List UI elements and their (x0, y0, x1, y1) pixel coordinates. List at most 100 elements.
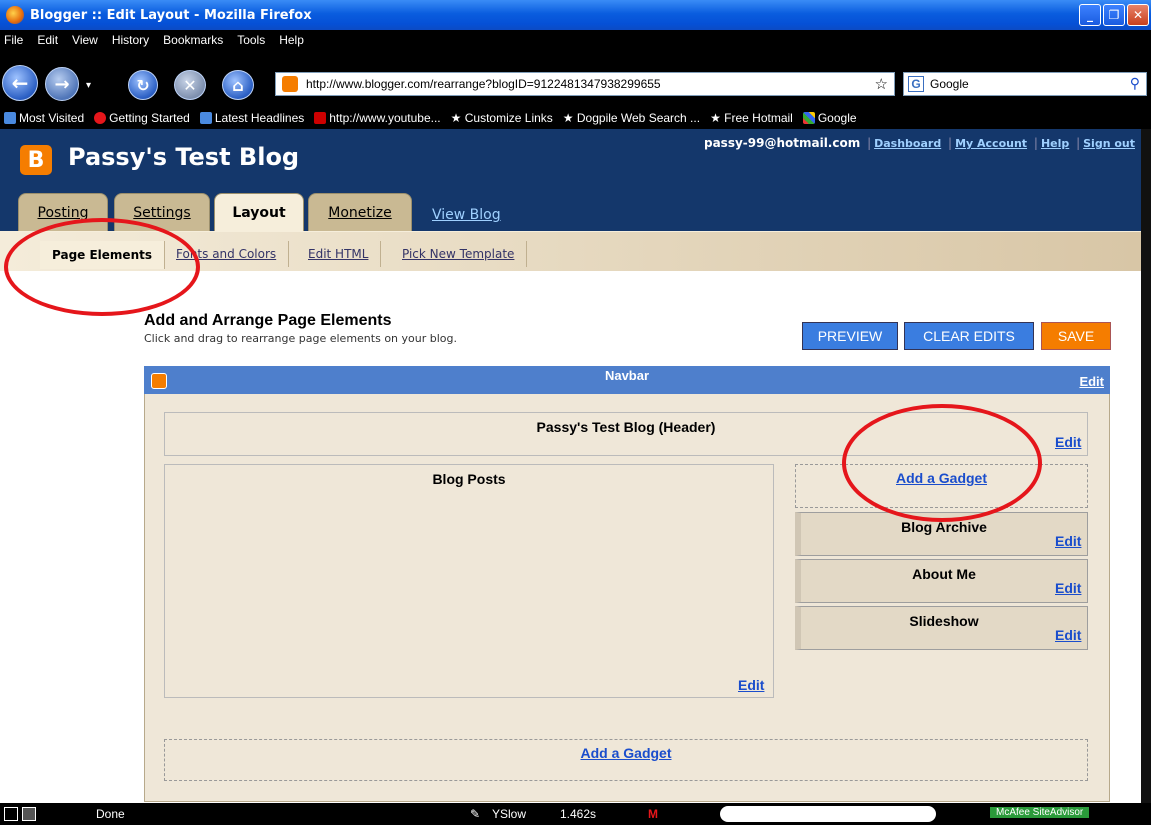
search-engine-label: Google (930, 77, 969, 91)
url-text: http://www.blogger.com/rearrange?blogID=… (306, 77, 661, 91)
bookmark-customize-links[interactable]: ★ Customize Links (451, 111, 553, 125)
bookmark-getting-started[interactable]: Getting Started (94, 111, 190, 125)
save-button[interactable]: SAVE (1041, 322, 1111, 350)
load-time: 1.462s (560, 807, 597, 821)
tab-monetize[interactable]: Monetize (308, 193, 412, 231)
close-icon[interactable]: ✕ (1127, 4, 1149, 26)
bookmark-label: http://www.youtube... (329, 111, 441, 125)
yslow-label[interactable]: YSlow (492, 807, 526, 821)
about-me-title: About Me (912, 566, 976, 582)
youtube-icon (314, 112, 327, 124)
google-icon[interactable]: G (908, 76, 924, 92)
menu-tools[interactable]: Tools (237, 33, 265, 47)
blog-posts-title: Blog Posts (432, 471, 506, 487)
navbar-widget: Navbar Edit (144, 366, 1110, 394)
blog-posts-edit-link[interactable]: Edit (738, 677, 764, 693)
blogger-favicon-icon (282, 76, 298, 92)
star-icon: ★ (562, 111, 577, 125)
menu-edit[interactable]: Edit (37, 33, 58, 47)
bookmark-hotmail[interactable]: ★ Free Hotmail (710, 111, 793, 125)
subnav-edit-html[interactable]: Edit HTML (296, 241, 382, 267)
rss-feed-icon (199, 112, 212, 124)
about-me-widget[interactable]: About Me (795, 559, 1088, 603)
dashboard-link[interactable]: Dashboard (874, 137, 941, 150)
bookmark-label: Free Hotmail (724, 111, 793, 125)
pencil-icon[interactable]: ✎ (470, 807, 480, 821)
account-links: passy-99@hotmail.com | Dashboard | My Acco… (703, 136, 1135, 150)
window-title: Blogger :: Edit Layout - Mozilla Firefox (30, 7, 312, 23)
home-icon[interactable]: ⌂ (222, 70, 254, 100)
firefox-small-icon (94, 112, 107, 124)
clear-edits-button[interactable]: CLEAR EDITS (904, 322, 1034, 350)
reload-icon[interactable]: ↻ (128, 70, 158, 100)
bookmarks-toolbar: Most Visited Getting Started Latest Head… (0, 107, 1151, 129)
window-controls: _ ❐ ✕ (1079, 4, 1149, 26)
bookmark-most-visited[interactable]: Most Visited (4, 111, 84, 125)
menu-help[interactable]: Help (279, 33, 304, 47)
blog-archive-edit-link[interactable]: Edit (1055, 533, 1081, 549)
navbar-label: Navbar (604, 368, 650, 383)
google-small-icon (802, 112, 815, 124)
bookmark-label: Latest Headlines (214, 111, 305, 125)
slideshow-edit-link[interactable]: Edit (1055, 627, 1081, 643)
bookmark-label: Google (817, 111, 857, 125)
menu-history[interactable]: History (112, 33, 149, 47)
blog-posts-widget[interactable]: Blog Posts (164, 464, 774, 698)
bookmark-label: Customize Links (464, 111, 553, 125)
about-me-edit-link[interactable]: Edit (1055, 580, 1081, 596)
star-icon: ★ (450, 111, 465, 125)
user-email: passy-99@hotmail.com (703, 136, 861, 150)
blog-title: Passy's Test Blog (68, 143, 300, 171)
bookmark-label: Dogpile Web Search ... (576, 111, 701, 125)
history-dropdown-icon[interactable]: ▾ (86, 80, 91, 91)
tab-layout[interactable]: Layout (214, 193, 304, 231)
header-edit-link[interactable]: Edit (1055, 434, 1081, 450)
back-icon[interactable]: ← (2, 65, 38, 101)
maximize-icon[interactable]: ❐ (1103, 4, 1125, 26)
search-bar[interactable]: G Google ⚲ (903, 72, 1147, 96)
url-bar[interactable]: http://www.blogger.com/rearrange?blogID=… (275, 72, 895, 96)
menu-file[interactable]: File (4, 33, 23, 47)
help-link[interactable]: Help (1041, 137, 1069, 150)
bookmark-label: Getting Started (109, 111, 190, 125)
bookmark-youtube[interactable]: http://www.youtube... (314, 111, 441, 125)
firefox-icon (6, 6, 24, 24)
footer-add-gadget: Add a Gadget (164, 739, 1088, 781)
page-subheading: Click and drag to rearrange page element… (144, 332, 457, 345)
bookmark-google[interactable]: Google (802, 111, 857, 125)
view-blog-link[interactable]: View Blog (432, 207, 501, 223)
footer-add-gadget-link[interactable]: Add a Gadget (580, 745, 671, 761)
menu-bar: File Edit View History Bookmarks Tools H… (0, 30, 1151, 63)
addon-search-field[interactable] (720, 806, 936, 822)
bookmark-dogpile[interactable]: ★ Dogpile Web Search ... (563, 111, 700, 125)
vertical-scrollbar[interactable] (1141, 129, 1151, 803)
minimize-icon[interactable]: _ (1079, 4, 1101, 26)
status-text: Done (96, 807, 125, 821)
navbar-edit-link[interactable]: Edit (1079, 374, 1104, 389)
addon-icon[interactable]: M (648, 807, 658, 821)
forward-icon[interactable]: → (45, 67, 79, 101)
window-title-bar: Blogger :: Edit Layout - Mozilla Firefox… (0, 0, 1151, 30)
mcafee-siteadvisor-badge[interactable]: McAfee SiteAdvisor (990, 807, 1090, 818)
annotation-circle-page-elements (4, 218, 200, 316)
blogger-logo-icon[interactable]: B (20, 145, 52, 175)
stop-icon[interactable]: ✕ (174, 70, 206, 100)
bookmark-star-icon[interactable]: ☆ (875, 75, 888, 93)
sidebar-toggle-icon[interactable] (4, 807, 18, 821)
status-bar: Done ✎ YSlow 1.462s M McAfee SiteAdvisor (0, 803, 1151, 825)
my-account-link[interactable]: My Account (955, 137, 1027, 150)
subnav-pick-new-template[interactable]: Pick New Template (390, 241, 528, 267)
menu-bookmarks[interactable]: Bookmarks (163, 33, 223, 47)
page-heading: Add and Arrange Page Elements (144, 312, 392, 329)
bookmark-folder-icon (4, 112, 16, 124)
sign-out-link[interactable]: Sign out (1083, 137, 1135, 150)
star-icon: ★ (710, 111, 725, 125)
annotation-circle-add-gadget (842, 404, 1042, 522)
menu-view[interactable]: View (72, 33, 98, 47)
preview-button[interactable]: PREVIEW (802, 322, 898, 350)
bookmark-latest-headlines[interactable]: Latest Headlines (199, 111, 305, 125)
search-icon[interactable]: ⚲ (1130, 75, 1140, 92)
slideshow-widget[interactable]: Slideshow (795, 606, 1088, 650)
bookmark-label: Most Visited (19, 111, 85, 125)
window-toggle-icon[interactable] (22, 807, 36, 821)
